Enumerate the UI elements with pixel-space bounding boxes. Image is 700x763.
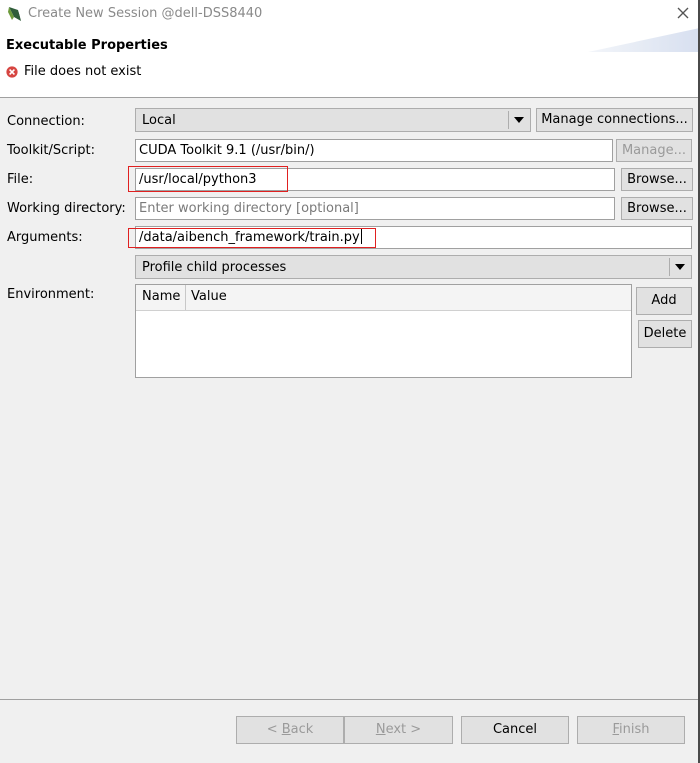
- connection-label: Connection:: [7, 114, 85, 129]
- cancel-button[interactable]: Cancel: [461, 716, 569, 744]
- file-browse-button[interactable]: Browse...: [621, 168, 693, 191]
- manage-connections-button[interactable]: Manage connections...: [536, 108, 693, 132]
- environment-label: Environment:: [7, 287, 95, 302]
- button-bar: < Back Next > Cancel Finish: [0, 700, 698, 763]
- toolkit-field[interactable]: CUDA Toolkit 9.1 (/usr/bin/): [135, 139, 613, 162]
- app-icon: [8, 7, 21, 21]
- finish-button[interactable]: Finish: [577, 716, 685, 744]
- wizard-header: Executable Properties File does not exis…: [0, 28, 698, 98]
- profile-select[interactable]: Profile child processes: [135, 255, 692, 279]
- working-directory-input[interactable]: Enter working directory [optional]: [135, 197, 615, 220]
- toolkit-label: Toolkit/Script:: [7, 143, 95, 158]
- back-button[interactable]: < Back: [236, 716, 344, 744]
- file-label: File:: [7, 172, 34, 187]
- delete-env-button[interactable]: Delete: [638, 320, 692, 348]
- file-input[interactable]: /usr/local/python3: [135, 168, 615, 191]
- working-directory-label: Working directory:: [7, 201, 126, 216]
- header-banner: [588, 28, 698, 52]
- column-header-name[interactable]: Name: [136, 285, 186, 310]
- next-button[interactable]: Next >: [344, 716, 453, 744]
- profile-dropdown-arrow[interactable]: [669, 258, 690, 276]
- form-panel: Connection: Local Manage connections... …: [0, 98, 698, 699]
- table-header: Name Value: [136, 285, 631, 311]
- close-icon[interactable]: [674, 4, 692, 22]
- add-env-button[interactable]: Add: [636, 287, 692, 315]
- error-message: File does not exist: [24, 64, 142, 79]
- manage-toolkit-button[interactable]: Manage...: [616, 139, 692, 162]
- text-caret: [360, 229, 362, 244]
- connection-dropdown-arrow[interactable]: [508, 111, 529, 129]
- dialog-window: Create New Session @dell-DSS8440 Executa…: [0, 0, 698, 763]
- page-title: Executable Properties: [6, 38, 168, 53]
- profile-value: Profile child processes: [142, 260, 287, 275]
- arguments-value: /data/aibench_framework/train.py: [139, 230, 360, 245]
- error-icon: [6, 66, 18, 78]
- connection-value: Local: [142, 113, 176, 128]
- window-title: Create New Session @dell-DSS8440: [28, 6, 263, 21]
- working-directory-browse-button[interactable]: Browse...: [621, 197, 693, 220]
- connection-select[interactable]: Local: [135, 108, 531, 132]
- title-bar: Create New Session @dell-DSS8440: [0, 0, 698, 28]
- environment-table[interactable]: Name Value: [135, 284, 632, 378]
- arguments-label: Arguments:: [7, 230, 83, 245]
- chevron-down-icon: [514, 117, 524, 123]
- arguments-input[interactable]: /data/aibench_framework/train.py: [135, 226, 692, 249]
- chevron-down-icon: [675, 264, 685, 270]
